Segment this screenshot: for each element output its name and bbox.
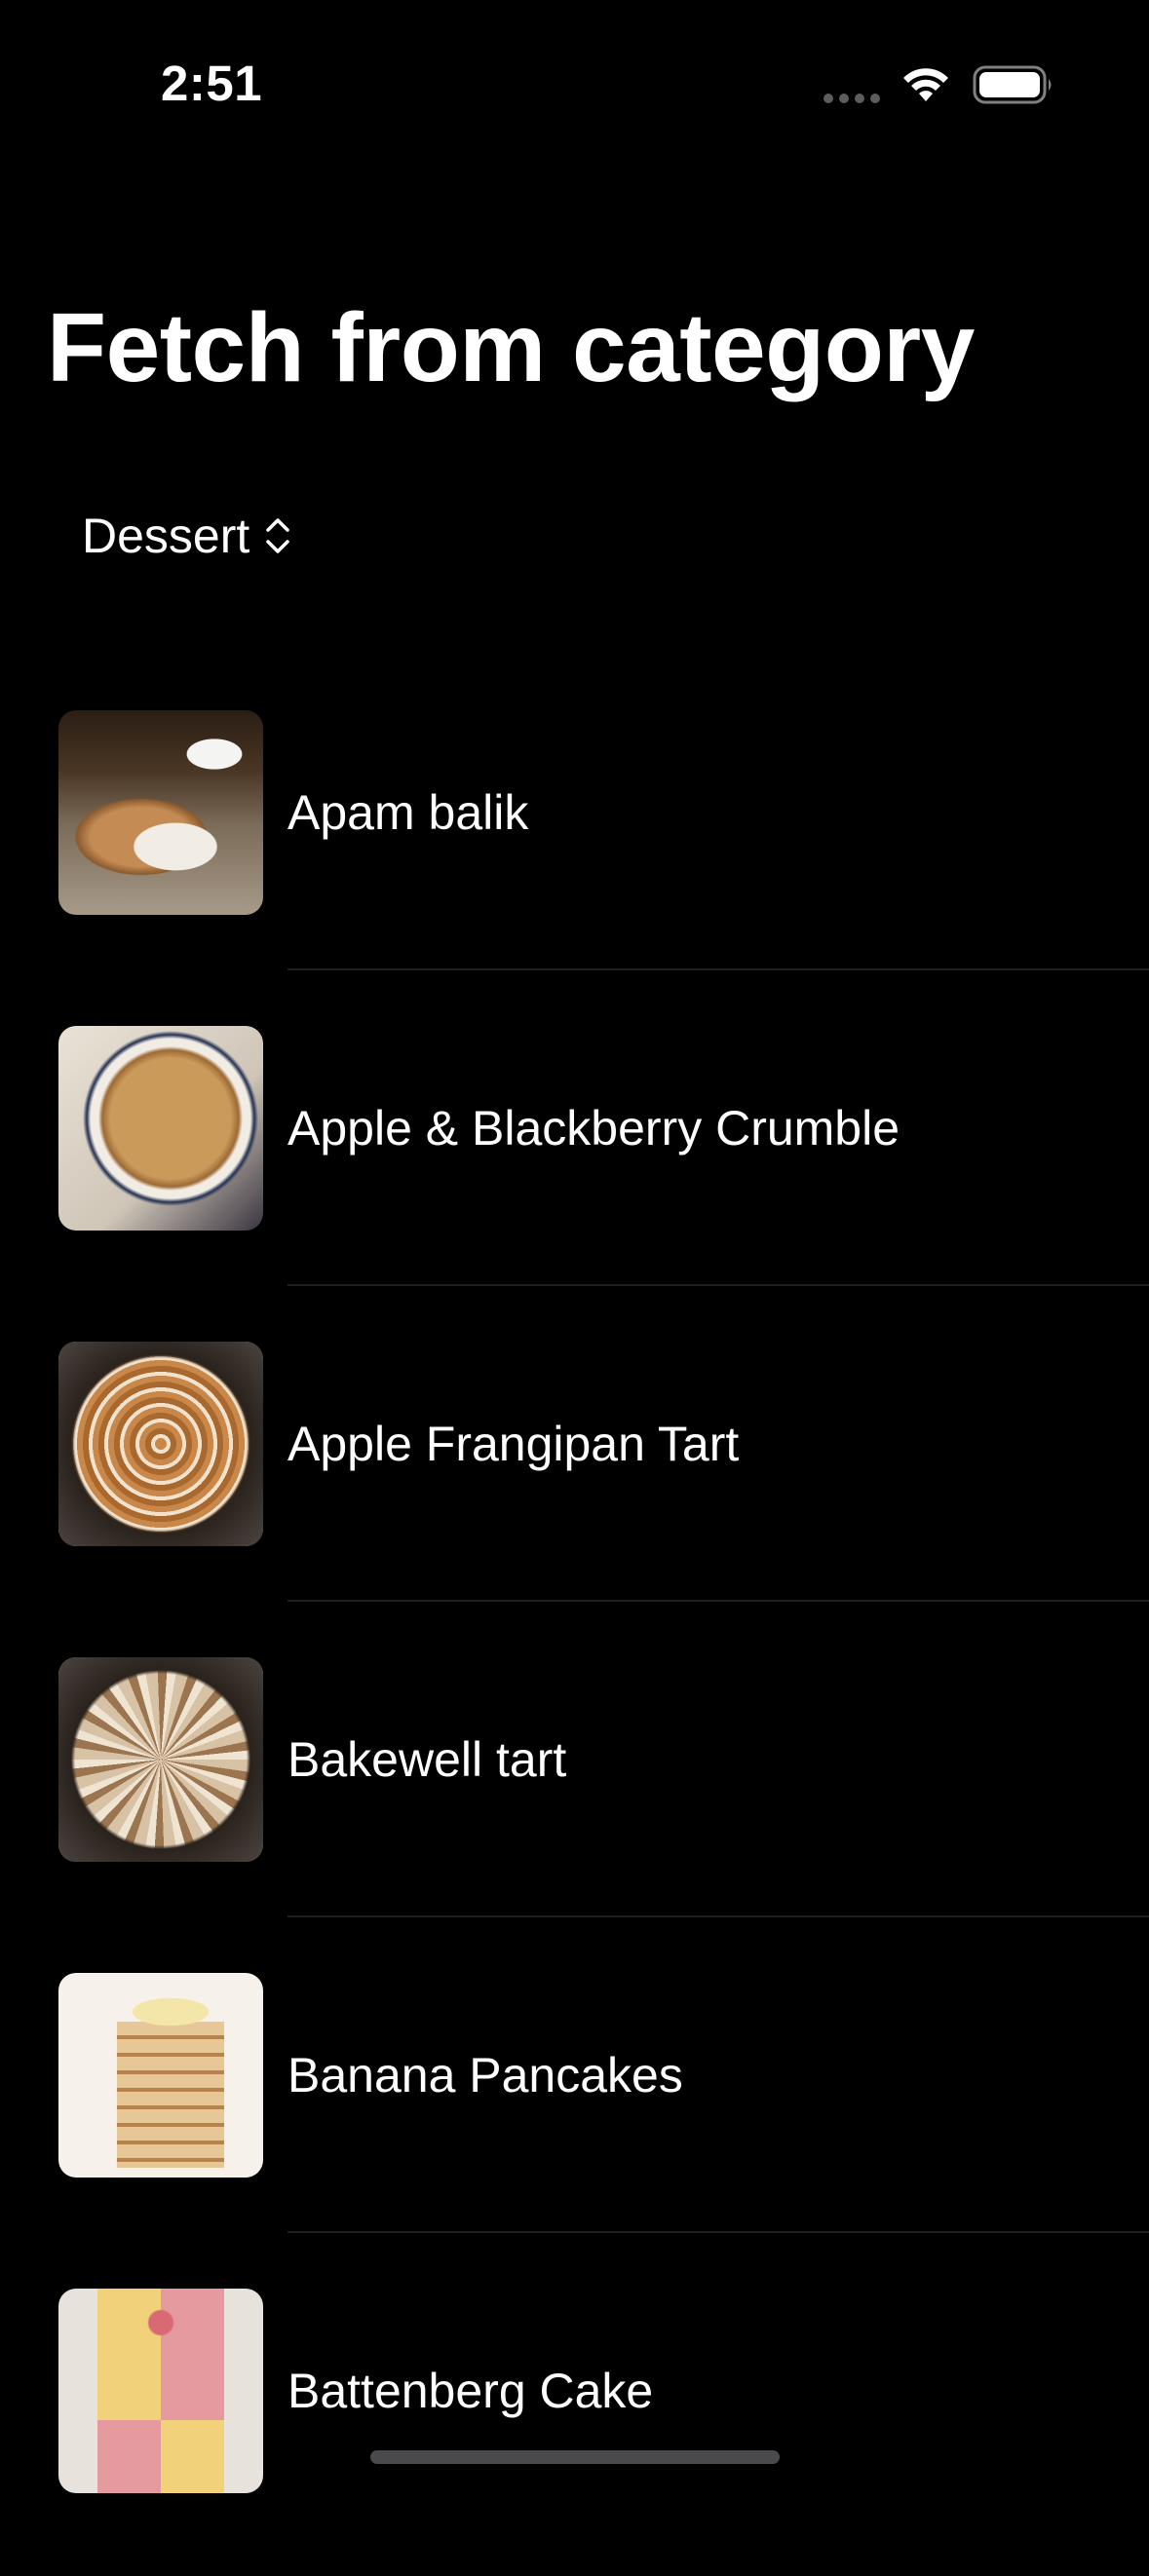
- divider: [287, 1915, 1149, 1917]
- list-item[interactable]: Apam balik: [0, 682, 1149, 998]
- list-item[interactable]: Apple & Blackberry Crumble: [0, 998, 1149, 1313]
- divider: [287, 2231, 1149, 2233]
- recipe-list: Apam balik Apple & Blackberry Crumble Ap…: [0, 682, 1149, 2576]
- list-item[interactable]: Battenberg Cake: [0, 2260, 1149, 2576]
- recipe-name: Battenberg Cake: [287, 2364, 654, 2418]
- recipe-thumbnail: [58, 1026, 263, 1231]
- list-item[interactable]: Banana Pancakes: [0, 1945, 1149, 2260]
- recipe-name: Apple Frangipan Tart: [287, 1417, 740, 1471]
- list-item[interactable]: Apple Frangipan Tart: [0, 1313, 1149, 1629]
- category-picker[interactable]: Dessert: [82, 502, 292, 570]
- chevron-up-down-icon: [266, 518, 290, 553]
- recipe-thumbnail: [58, 1657, 263, 1862]
- recipe-thumbnail: [58, 1973, 263, 2178]
- recipe-thumbnail: [58, 2289, 263, 2493]
- status-time: 2:51: [161, 56, 263, 111]
- category-picker-value: Dessert: [82, 509, 250, 563]
- divider: [287, 1600, 1149, 1602]
- list-item[interactable]: Bakewell tart: [0, 1629, 1149, 1945]
- divider: [287, 1284, 1149, 1286]
- recipe-thumbnail: [58, 1342, 263, 1546]
- wifi-icon: [903, 68, 948, 101]
- cellular-signal-icon: [823, 94, 880, 103]
- recipe-name: Banana Pancakes: [287, 2048, 683, 2102]
- battery-icon: [973, 65, 1052, 104]
- status-bar: 2:51: [0, 0, 1149, 166]
- divider: [287, 968, 1149, 970]
- recipe-name: Apam balik: [287, 785, 529, 840]
- recipe-name: Apple & Blackberry Crumble: [287, 1101, 900, 1155]
- home-indicator[interactable]: [370, 2450, 780, 2464]
- page-title: Fetch from category: [47, 293, 975, 402]
- recipe-thumbnail: [58, 710, 263, 915]
- recipe-name: Bakewell tart: [287, 1732, 567, 1787]
